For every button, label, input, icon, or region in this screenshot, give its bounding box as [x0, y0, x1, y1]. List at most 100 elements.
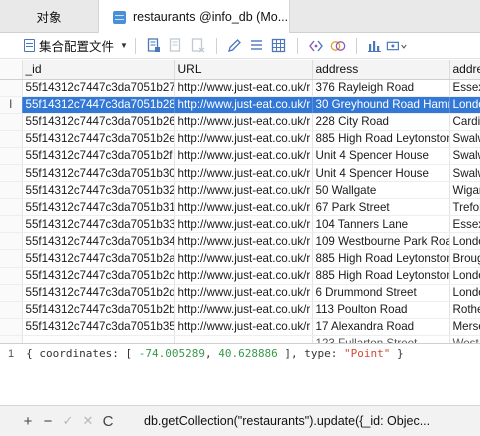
collection-config-dropdown[interactable]: 集合配置文件 ▼	[24, 35, 128, 57]
cell-id[interactable]: 55f14312c7447c3da7051b2f	[22, 147, 175, 165]
cell-url[interactable]: http://www.just-eat.co.uk/r	[174, 284, 313, 302]
cell-address[interactable]: 113 Poulton Road	[312, 301, 450, 319]
row-gutter[interactable]	[0, 249, 23, 268]
row-gutter[interactable]	[0, 284, 23, 302]
chart-icon[interactable]	[364, 35, 386, 57]
cell-address-2[interactable]: Swalw	[449, 164, 480, 183]
cell-id[interactable]: 55f14312c7447c3da7051b33	[22, 215, 175, 234]
table-row[interactable]: 123 Fullarton StreetWest	[0, 335, 480, 343]
cell-url[interactable]: http://www.just-eat.co.uk/r	[174, 164, 313, 183]
table-row[interactable]: 55f14312c7447c3da7051b2e http://www.just-…	[0, 130, 480, 148]
cell-id[interactable]: 55f14312c7447c3da7051b28	[22, 96, 175, 114]
cell-address[interactable]: 885 High Road Leytonstone	[312, 130, 450, 148]
tab-objects[interactable]: 对象	[0, 0, 98, 33]
cell-address[interactable]: 6 Drummond Street	[312, 284, 450, 302]
row-gutter[interactable]	[0, 267, 23, 285]
cell-id[interactable]: 55f14312c7447c3da7051b34	[22, 232, 175, 251]
cell-address-2[interactable]: Rothe	[449, 301, 480, 319]
cell-address[interactable]: 885 High Road Leytonstone	[312, 249, 450, 268]
table-row[interactable]: 55f14312c7447c3da7051b34 http://www.just-…	[0, 232, 480, 251]
row-gutter[interactable]	[0, 301, 23, 319]
table-row[interactable]: 55f14312c7447c3da7051b35 http://www.just-…	[0, 318, 480, 336]
cell-url[interactable]: http://www.just-eat.co.uk/r	[174, 96, 313, 114]
cell-address-2[interactable]: Merse	[449, 318, 480, 336]
cell-url[interactable]: http://www.just-eat.co.uk/r	[174, 113, 313, 131]
value-detail-pane[interactable]: 1{ coordinates: [ -74.005289, 40.628886 …	[0, 343, 480, 405]
delete-doc-icon[interactable]	[187, 35, 209, 57]
cell-url[interactable]: http://www.just-eat.co.uk/r	[174, 301, 313, 319]
cell-id[interactable]: 55f14312c7447c3da7051b2a	[22, 249, 175, 268]
row-gutter[interactable]	[0, 318, 23, 336]
cell-id[interactable]: 55f14312c7447c3da7051b31	[22, 198, 175, 217]
cell-address-2[interactable]: Essex	[449, 79, 480, 97]
row-gutter[interactable]	[0, 130, 23, 148]
cell-address[interactable]: 30 Greyhound Road Hamm	[312, 96, 450, 114]
table-row[interactable]: 55f14312c7447c3da7051b27 http://www.just-…	[0, 79, 480, 97]
list-view-icon[interactable]	[246, 35, 268, 57]
cell-url[interactable]: http://www.just-eat.co.uk/r	[174, 267, 313, 285]
cell-address-2[interactable]: Broug	[449, 249, 480, 268]
row-gutter[interactable]	[0, 147, 23, 165]
cell-id[interactable]: 55f14312c7447c3da7051b2b	[22, 301, 175, 319]
cell-url[interactable]: http://www.just-eat.co.uk/r	[174, 215, 313, 234]
cell-id[interactable]: 55f14312c7447c3da7051b26	[22, 113, 175, 131]
cell-id[interactable]: 55f14312c7447c3da7051b30	[22, 164, 175, 183]
cell-address-2[interactable]: Londo	[449, 232, 480, 251]
table-row[interactable]: 55f14312c7447c3da7051b26 http://www.just-…	[0, 113, 480, 131]
table-row[interactable]: 55f14312c7447c3da7051b2f http://www.just-…	[0, 147, 480, 165]
cell-url[interactable]: http://www.just-eat.co.uk/r	[174, 181, 313, 200]
table-row[interactable]: 55f14312c7447c3da7051b33 http://www.just-…	[0, 215, 480, 234]
table-row[interactable]: 55f14312c7447c3da7051b2c http://www.just-…	[0, 267, 480, 285]
remove-record-button[interactable]: −	[38, 411, 58, 431]
column-header-id[interactable]: _id	[22, 60, 175, 80]
column-header-address[interactable]: address	[312, 60, 450, 80]
cell-address-2[interactable]: Londo	[449, 284, 480, 302]
cell-address[interactable]: 376 Rayleigh Road	[312, 79, 450, 97]
cell-address-2[interactable]: Londo	[449, 96, 480, 114]
column-header-address-2[interactable]: addre	[449, 60, 480, 80]
row-gutter[interactable]	[0, 232, 23, 251]
add-doc-icon[interactable]	[143, 35, 165, 57]
row-gutter[interactable]	[0, 198, 23, 217]
cell-address[interactable]: 104 Tanners Lane	[312, 215, 450, 234]
row-gutter[interactable]	[0, 113, 23, 131]
cell-url[interactable]: http://www.just-eat.co.uk/r	[174, 79, 313, 97]
row-gutter[interactable]	[0, 215, 23, 234]
cell-address[interactable]: 67 Park Street	[312, 198, 450, 217]
tab-restaurants[interactable]: restaurants @info_db (Mo...	[98, 0, 290, 34]
refresh-button[interactable]: C	[98, 411, 118, 431]
cell-address-2[interactable]: Swalw	[449, 147, 480, 165]
apply-changes-button[interactable]: ✓	[58, 411, 78, 431]
table-row[interactable]: 55f14312c7447c3da7051b2b http://www.just-…	[0, 301, 480, 319]
copy-doc-icon[interactable]	[165, 35, 187, 57]
row-gutter[interactable]	[0, 164, 23, 183]
grid-view-icon[interactable]	[268, 35, 290, 57]
cell-id[interactable]: 55f14312c7447c3da7051b27	[22, 79, 175, 97]
cell-address-2[interactable]: Cardif	[449, 113, 480, 131]
table-row[interactable]: 55f14312c7447c3da7051b31 http://www.just-…	[0, 198, 480, 217]
cell-id[interactable]: 55f14312c7447c3da7051b2d	[22, 284, 175, 302]
cell-url[interactable]: http://www.just-eat.co.uk/r	[174, 147, 313, 165]
table-row[interactable]: I 55f14312c7447c3da7051b28 http://www.just…	[0, 96, 480, 114]
cell-url[interactable]: http://www.just-eat.co.uk/r	[174, 232, 313, 251]
settings-icon[interactable]	[386, 35, 408, 57]
discard-changes-button[interactable]: ✕	[78, 411, 98, 431]
cell-url[interactable]: http://www.just-eat.co.uk/r	[174, 318, 313, 336]
row-gutter[interactable]	[0, 335, 23, 343]
cell-address[interactable]: 17 Alexandra Road	[312, 318, 450, 336]
cell-address[interactable]: 228 City Road	[312, 113, 450, 131]
cell-address-2[interactable]: Trefor	[449, 198, 480, 217]
cell-address-2[interactable]: Wigan	[449, 181, 480, 200]
cell-address[interactable]: 109 Westbourne Park Road	[312, 232, 450, 251]
cell-address-2[interactable]: Essex	[449, 215, 480, 234]
cell-id[interactable]: 55f14312c7447c3da7051b32	[22, 181, 175, 200]
cell-id[interactable]: 55f14312c7447c3da7051b35	[22, 318, 175, 336]
column-header-url[interactable]: URL	[174, 60, 313, 80]
cell-address[interactable]: Unit 4 Spencer House	[312, 164, 450, 183]
cell-address-2[interactable]: Swalw	[449, 130, 480, 148]
cell-address-2[interactable]: West	[449, 335, 480, 343]
row-gutter[interactable]: I	[0, 96, 23, 114]
cell-address[interactable]: 885 High Road Leytonstone	[312, 267, 450, 285]
edit-icon[interactable]	[224, 35, 246, 57]
cell-id[interactable]: 55f14312c7447c3da7051b2c	[22, 267, 175, 285]
